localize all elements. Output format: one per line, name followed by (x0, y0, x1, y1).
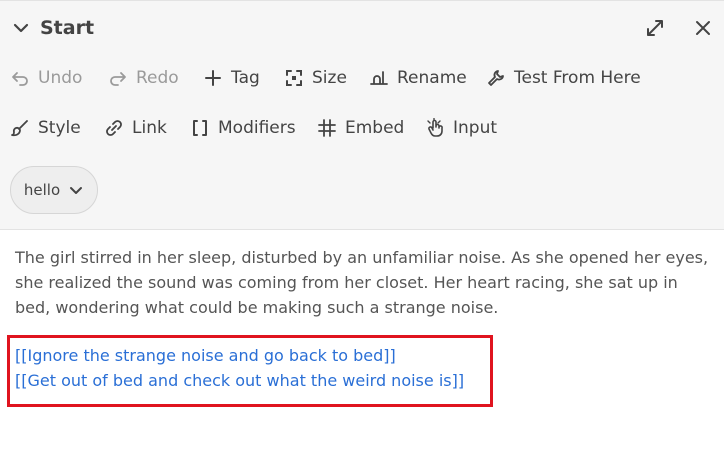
redo-button[interactable]: Redo (108, 68, 179, 88)
hash-icon (318, 119, 336, 137)
input-button[interactable]: Input (425, 118, 497, 138)
rename-label: Rename (397, 68, 467, 88)
rename-button[interactable]: Rename (369, 68, 467, 88)
redo-label: Redo (136, 68, 179, 88)
style-label: Style (38, 118, 81, 138)
tag-label: Tag (231, 68, 260, 88)
passage-text[interactable]: The girl stirred in her sleep, disturbed… (15, 245, 715, 320)
title-bar: Start (0, 1, 724, 57)
brush-icon (11, 120, 28, 137)
size-label: Size (312, 68, 347, 88)
tag-name: hello (23, 181, 61, 199)
undo-button[interactable]: Undo (10, 68, 82, 88)
redo-icon (110, 72, 126, 86)
test-from-here-label: Test From Here (514, 68, 641, 88)
link-icon (106, 120, 122, 136)
size-button[interactable]: Size (284, 68, 347, 88)
plus-icon (205, 70, 221, 86)
editor-toolbar-area: Start Undo Redo Tag Size Rename Test Fro… (0, 1, 724, 230)
passage-editor-panel: Start Undo Redo Tag Size Rename Test Fro… (0, 0, 724, 468)
passage-title: Start (40, 17, 95, 39)
brackets-icon (193, 120, 207, 136)
hand-pointer-icon (427, 118, 443, 137)
rename-icon (370, 71, 388, 85)
close-icon[interactable] (692, 17, 714, 39)
link-label: Link (132, 118, 167, 138)
undo-label: Undo (38, 68, 83, 88)
test-from-here-button[interactable]: Test From Here (486, 68, 641, 88)
tag-hello-dropdown[interactable]: hello (10, 166, 98, 214)
input-label: Input (453, 118, 498, 138)
style-button[interactable]: Style (10, 118, 81, 138)
link-button[interactable]: Link (104, 118, 167, 138)
embed-label: Embed (345, 118, 405, 138)
wrench-icon (488, 70, 504, 86)
undo-icon (12, 72, 28, 86)
size-icon (286, 70, 302, 86)
tag-button[interactable]: Tag (203, 68, 260, 88)
highlight-box (7, 335, 493, 407)
chevron-down-icon (70, 187, 83, 194)
embed-button[interactable]: Embed (317, 118, 404, 138)
modifiers-label: Modifiers (218, 118, 296, 138)
modifiers-button[interactable]: Modifiers (190, 118, 296, 138)
maximize-icon[interactable] (644, 17, 666, 39)
chevron-down-icon[interactable] (12, 19, 30, 37)
